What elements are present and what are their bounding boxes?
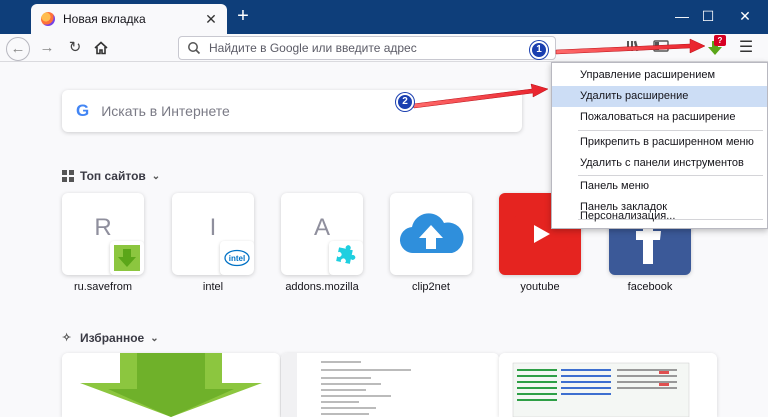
callout-step-2: 2 xyxy=(396,93,414,111)
extension-badge: ? xyxy=(714,35,726,46)
tab-new-tab[interactable]: Новая вкладка ✕ xyxy=(31,4,227,34)
new-tab-button[interactable]: + xyxy=(233,6,253,27)
spreadsheet-thumbnail xyxy=(499,353,717,417)
document-thumbnail xyxy=(281,353,499,417)
savefrom-arrow-icon xyxy=(62,353,280,417)
menu-item-customize[interactable]: Персонализация... xyxy=(552,206,767,227)
tile-thumbnail: R xyxy=(62,193,144,275)
top-site-tile[interactable]: A addons.mozilla xyxy=(281,193,363,293)
tile-label: intel xyxy=(202,281,224,293)
tile-thumbnail xyxy=(390,193,472,275)
tile-letter: R xyxy=(94,214,112,241)
navigation-toolbar: ← → ↻ Найдите в Google или введите адрес… xyxy=(0,34,768,62)
title-bar: Новая вкладка ✕ + — ☐ ✕ xyxy=(0,0,768,34)
sidebar-icon[interactable] xyxy=(652,39,670,57)
chevron-down-icon[interactable]: ⌄ xyxy=(152,171,160,182)
puzzle-piece-icon xyxy=(329,241,363,275)
home-button[interactable] xyxy=(90,37,112,59)
menu-item-manage-extension[interactable]: Управление расширением xyxy=(552,65,767,86)
library-icon[interactable] xyxy=(625,39,643,57)
menu-separator xyxy=(578,130,763,131)
menu-item-menu-bar[interactable]: Панель меню xyxy=(552,176,767,197)
top-site-tile[interactable]: clip2net xyxy=(390,193,472,293)
chevron-down-icon[interactable]: ⌄ xyxy=(150,333,158,344)
search-icon xyxy=(187,41,201,55)
tab-title: Новая вкладка xyxy=(63,12,146,26)
maximize-button[interactable]: ☐ xyxy=(697,6,719,26)
intel-logo-icon: intel xyxy=(220,241,254,275)
highlight-card[interactable] xyxy=(62,353,280,417)
tile-letter: I xyxy=(209,214,217,241)
tile-letter: A xyxy=(313,214,330,241)
highlight-card[interactable] xyxy=(499,353,717,417)
svg-text:intel: intel xyxy=(229,254,245,263)
cloud-upload-icon xyxy=(399,213,464,254)
page-search-placeholder: Искать в Интернете xyxy=(101,103,230,119)
menu-item-report-extension[interactable]: Пожаловаться на расширение xyxy=(552,107,767,128)
close-window-button[interactable]: ✕ xyxy=(734,6,756,26)
tile-thumbnail: I intel xyxy=(172,193,254,275)
google-icon: G xyxy=(76,101,90,120)
menu-button[interactable]: ☰ xyxy=(737,39,755,57)
home-icon xyxy=(94,41,108,55)
tile-label: facebook xyxy=(627,281,673,293)
tile-thumbnail: A xyxy=(281,193,363,275)
top-site-tile[interactable]: I intel intel xyxy=(172,193,254,293)
address-placeholder: Найдите в Google или введите адрес xyxy=(209,41,417,55)
menu-item-remove-extension[interactable]: Удалить расширение xyxy=(552,86,767,107)
top-site-tile[interactable]: R ru.savefrom xyxy=(62,193,144,293)
savefrom-arrow-icon xyxy=(110,241,144,275)
top-sites-title: Топ сайтов xyxy=(80,169,146,183)
sparkle-icon: ✧ xyxy=(62,332,72,344)
tile-label: clip2net xyxy=(412,281,450,293)
highlight-card[interactable] xyxy=(281,353,499,417)
menu-item-pin-to-overflow[interactable]: Прикрепить в расширенном меню xyxy=(552,132,767,153)
reload-button[interactable]: ↻ xyxy=(64,37,86,59)
highlights-header[interactable]: ✧ Избранное ⌄ xyxy=(62,331,159,345)
close-tab-icon[interactable]: ✕ xyxy=(203,11,219,27)
address-bar[interactable]: Найдите в Google или введите адрес xyxy=(178,36,556,60)
tile-label: addons.mozilla xyxy=(285,281,359,293)
forward-button[interactable]: → xyxy=(36,37,58,59)
extension-context-menu: Управление расширением Удалить расширени… xyxy=(551,62,768,229)
back-button[interactable]: ← xyxy=(6,37,30,61)
callout-step-1: 1 xyxy=(530,41,548,59)
tile-label: ru.savefrom xyxy=(73,281,133,293)
tile-label: youtube xyxy=(520,281,560,293)
firefox-icon xyxy=(41,12,55,26)
top-sites-header[interactable]: Топ сайтов ⌄ xyxy=(62,169,160,183)
menu-item-remove-from-toolbar[interactable]: Удалить с панели инструментов xyxy=(552,153,767,174)
minimize-button[interactable]: — xyxy=(671,6,693,26)
page-search-box[interactable]: G Искать в Интернете xyxy=(62,90,522,132)
grid-icon xyxy=(62,170,74,182)
highlights-title: Избранное xyxy=(80,331,145,345)
